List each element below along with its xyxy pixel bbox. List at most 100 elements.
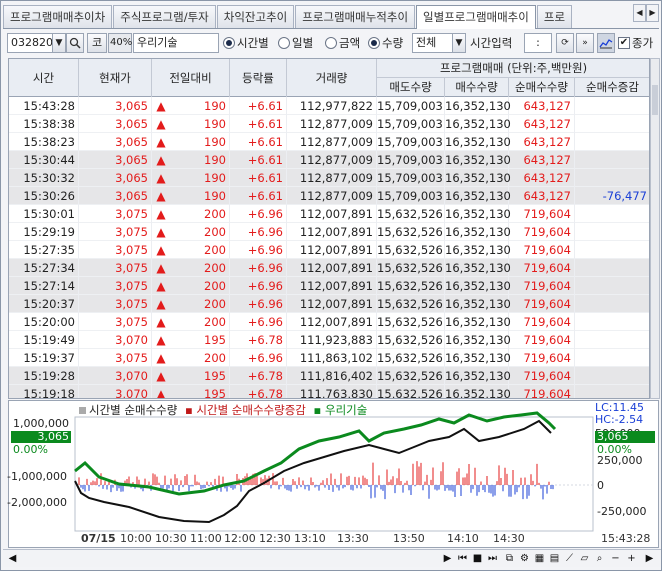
cell-rate: +6.78 [230,331,287,349]
tab-arbitrage-balance[interactable]: 차익잔고추이 [216,5,295,28]
fast-forward-end-icon[interactable]: ⏭ [485,551,500,566]
line-tool-icon[interactable]: ⟋ [562,551,577,566]
col-rate[interactable]: 등락률 [230,59,287,97]
settings-icon[interactable]: ⚙ [517,551,532,566]
table-row[interactable]: 15:43:28 3,065 ▲ 190 +6.61 112,977,822 15,709,… [9,97,649,115]
cell-buy: 16,352,130 [445,313,511,331]
table-row[interactable]: 15:19:28 3,070 ▲ 195 +6.78 111,816,402 15,632,… [9,367,649,385]
table-row[interactable]: 15:20:00 3,075 ▲ 200 +6.96 112,007,891 15,632,… [9,313,649,331]
table-row[interactable]: 15:19:18 3,070 ▲ 195 +6.78 111,763,830 15,632,… [9,385,649,398]
table-row[interactable]: 15:30:01 3,075 ▲ 200 +6.96 112,007,891 15,632,… [9,205,649,223]
stock-name-field[interactable]: 우리기술 [133,33,219,53]
cell-volume: 112,007,891 [287,223,377,241]
time-input-field[interactable]: : [524,33,552,53]
filter-dropdown-icon[interactable]: ▼ [452,33,466,53]
scrollbar-thumb[interactable] [652,85,658,115]
chart-toggle-icon[interactable] [597,33,615,53]
cell-price: 3,075 [79,223,152,241]
tab-program-trend[interactable]: 프로그램매매추이차 [3,5,113,28]
code-dropdown-icon[interactable]: ▼ [52,33,66,53]
x-axis-tick: 13:10 [294,532,326,545]
tab-bar: 프로그램매매추이차 주식프로그램/투자 차익잔고추이 프로그램매매누적추이 일별… [3,5,659,29]
radio-time[interactable]: 시간별 [223,35,269,51]
table-row[interactable]: 15:30:44 3,065 ▲ 190 +6.61 112,877,009 15,709,… [9,151,649,169]
up-arrow-icon: ▲ [156,333,166,347]
cell-rate: +6.61 [230,97,287,115]
cell-buy: 16,352,130 [445,97,511,115]
radio-time-dot [223,37,235,49]
x-axis-tick: 10:30 [155,532,187,545]
grid-vertical-scrollbar[interactable] [650,58,660,399]
tab-program-more[interactable]: 프로 [536,5,573,28]
zoom-out-icon[interactable]: − [608,551,623,566]
fast-forward-icon[interactable]: » [576,33,594,53]
cell-buy: 16,352,130 [445,133,511,151]
refresh-icon[interactable]: ⟳ [556,33,574,53]
table-row[interactable]: 15:29:19 3,075 ▲ 200 +6.96 112,007,891 15,632,… [9,223,649,241]
chart-canvas[interactable] [9,401,660,549]
search-icon[interactable] [66,33,84,53]
table-row[interactable]: 15:27:14 3,075 ▲ 200 +6.96 112,007,891 15,632,… [9,277,649,295]
table-row[interactable]: 15:30:26 3,065 ▲ 190 +6.61 112,877,009 15,709,… [9,187,649,205]
col-buy[interactable]: 매수수량 [445,78,509,97]
x-axis-tick: 11:00 [190,532,222,545]
stock-code-input[interactable]: 032820 [7,33,53,53]
cell-sell: 15,632,526 [377,241,445,259]
cell-buy: 16,352,130 [445,115,511,133]
table-row[interactable]: 15:20:37 3,075 ▲ 200 +6.96 112,007,891 15,632,… [9,295,649,313]
col-sell[interactable]: 매도수량 [377,78,445,97]
col-net[interactable]: 순매수수량 [509,78,575,97]
col-net-change[interactable]: 순매수증감 [575,78,649,97]
radio-daily[interactable]: 일별 [278,35,313,51]
table-row[interactable]: 15:19:37 3,075 ▲ 200 +6.96 111,863,102 15,632,… [9,349,649,367]
table-row[interactable]: 15:27:34 3,075 ▲ 200 +6.96 112,007,891 15,632,… [9,259,649,277]
draw-tool-icon[interactable]: ▱ [577,551,592,566]
rewind-icon[interactable]: ⏮ [455,551,470,566]
toolbar: 032820 ▼ 코 40% 우리기술 시간별 일별 금액 수량 전체 ▼ 시간… [7,33,659,55]
tab-program-cumulative[interactable]: 프로그램매매누적추이 [295,5,416,28]
table-row[interactable]: 15:38:38 3,065 ▲ 190 +6.61 112,877,009 15,709,… [9,115,649,133]
up-arrow-icon: ▲ [156,189,166,203]
cell-price: 3,065 [79,169,152,187]
col-time[interactable]: 시간 [9,59,79,97]
tab-stock-program[interactable]: 주식프로그램/투자 [113,5,216,28]
play-icon[interactable]: ▶ [440,551,455,566]
stop-icon[interactable]: ■ [470,551,485,566]
cell-buy: 16,352,130 [445,169,511,187]
radio-amount[interactable]: 금액 [325,35,360,51]
copy-icon[interactable]: ⧉ [502,551,517,566]
radio-amount-label: 금액 [339,36,361,50]
close-price-checkbox[interactable]: ✔ 종가 [618,35,653,51]
scroll-right-icon[interactable]: ▶ [642,551,657,566]
radio-quantity[interactable]: 수량 [368,35,403,51]
cell-rate: +6.61 [230,151,287,169]
tab-prev-icon[interactable]: ◀ [633,4,646,22]
cell-volume: 112,877,009 [287,151,377,169]
col-price[interactable]: 현재가 [79,59,152,97]
cell-net-change [575,259,649,277]
up-arrow-icon: ▲ [156,315,166,329]
zoom-in-icon[interactable]: + [624,551,639,566]
cell-net: 643,127 [509,187,575,205]
scroll-left-icon[interactable]: ◀ [5,551,20,566]
col-volume[interactable]: 거래량 [287,59,377,97]
zoom-icon[interactable]: ⌕ [592,551,607,566]
cell-buy: 16,352,130 [445,151,511,169]
tab-next-icon[interactable]: ▶ [646,4,659,22]
cell-buy: 16,352,130 [445,241,511,259]
market-button[interactable]: 코 [87,33,107,53]
left-axis-tick: -2,000,000 [7,496,67,509]
cell-change: 200 [170,223,230,241]
cell-net-change [575,331,649,349]
cell-price: 3,075 [79,349,152,367]
col-change[interactable]: 전일대비 [152,59,230,97]
cell-net-change [575,277,649,295]
table-row[interactable]: 15:30:32 3,065 ▲ 190 +6.61 112,877,009 15,709,… [9,169,649,187]
table-row[interactable]: 15:27:35 3,075 ▲ 200 +6.96 112,007,891 15,632,… [9,241,649,259]
tab-daily-program[interactable]: 일별프로그램매매추이 [416,5,536,29]
cell-change: 190 [170,169,230,187]
layout-icon[interactable]: ▤ [547,551,562,566]
grid-icon[interactable]: ▦ [532,551,547,566]
table-row[interactable]: 15:19:49 3,070 ▲ 195 +6.78 111,923,883 15,632,… [9,331,649,349]
table-row[interactable]: 15:38:23 3,065 ▲ 190 +6.61 112,877,009 15,709,… [9,133,649,151]
